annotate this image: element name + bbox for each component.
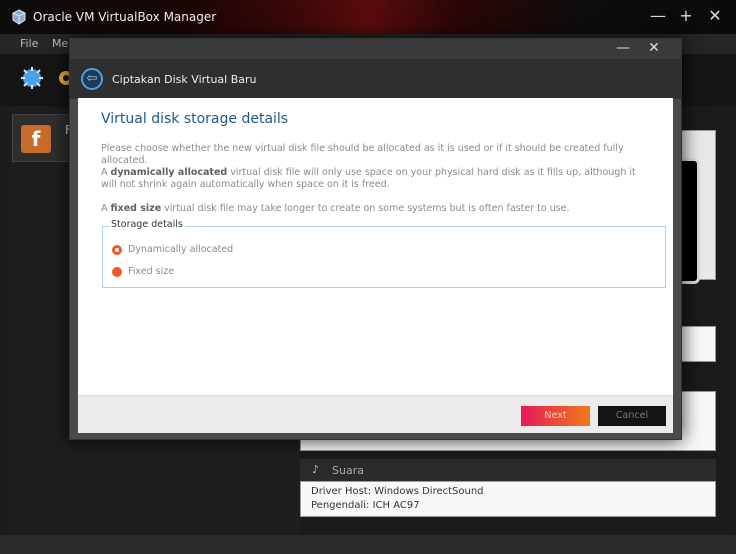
dynamic-description: A dynamically allocated virtual disk fil… [101,167,646,191]
fixed-rest: virtual disk file may take longer to cre… [161,203,570,214]
virtualbox-app-icon [12,9,26,25]
window-titlebar[interactable]: Oracle VM VirtualBox Manager — + ✕ [0,0,736,34]
menu-machine[interactable]: Me [52,37,68,50]
audio-section-header: ♪ Suara [300,459,716,481]
cancel-button[interactable]: Cancel [598,406,666,426]
fixed-bold: fixed size [110,203,162,214]
maximize-button[interactable]: + [674,5,698,27]
next-button[interactable]: Next [521,406,590,426]
wizard-header: ⇦ Ciptakan Disk Virtual Baru [70,59,681,99]
dynamic-prefix: A [101,167,111,178]
statusbar [0,535,736,554]
intro-text: Please choose whether the new virtual di… [101,143,624,166]
page-title: Virtual disk storage details [101,111,289,127]
os-type-icon: f [21,125,51,153]
audio-icon: ♪ [312,463,320,476]
radio-fixed-size[interactable]: Fixed size [112,265,312,279]
window-title: Oracle VM VirtualBox Manager [33,10,217,24]
create-virtual-disk-dialog: — ✕ ⇦ Ciptakan Disk Virtual Baru Virtual… [69,38,682,440]
dynamic-bold: dynamically allocated [110,167,228,178]
wizard-page: Virtual disk storage details Please choo… [78,98,673,395]
audio-driver-line: Driver Host: Windows DirectSound [311,486,484,497]
dialog-close-button[interactable]: ✕ [643,38,665,58]
wizard-footer: Next Cancel [78,395,673,433]
minimize-button[interactable]: — [646,5,670,27]
radio-checked-icon [112,245,122,255]
dialog-titlebar[interactable]: — ✕ [70,39,681,59]
audio-panel: Driver Host: Windows DirectSound Pengend… [300,481,716,517]
wizard-title: Ciptakan Disk Virtual Baru [112,73,257,86]
radio-label: Fixed size [128,266,175,277]
back-arrow-icon[interactable]: ⇦ [81,68,103,90]
radio-dynamically-allocated[interactable]: Dynamically allocated [112,243,312,257]
radio-label: Dynamically allocated [128,244,234,255]
close-button[interactable]: ✕ [703,5,727,27]
new-machine-icon[interactable] [20,66,44,90]
storage-details-legend: Storage details [109,219,185,230]
audio-header-label: Suara [332,464,364,477]
dialog-minimize-button[interactable]: — [612,38,634,58]
fixed-prefix: A [101,203,111,214]
storage-details-group: Storage details Dynamically allocated Fi… [102,219,666,288]
radio-unchecked-icon [112,267,122,277]
menu-file[interactable]: File [20,37,38,50]
fixed-description: A fixed size virtual disk file may take … [101,203,646,215]
audio-controller-line: Pengendali: ICH AC97 [311,500,420,511]
